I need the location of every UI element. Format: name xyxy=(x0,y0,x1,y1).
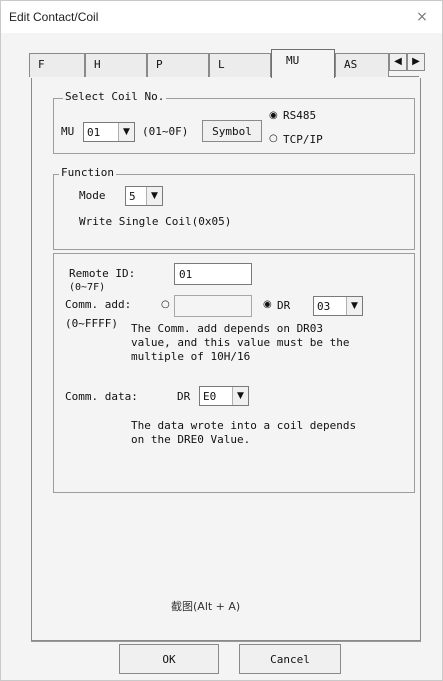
comm-data-dr-select[interactable]: E0 ▼ xyxy=(199,386,249,406)
mode-value: 5 xyxy=(129,190,136,203)
edit-contact-coil-dialog: Edit Contact/Coil × F H P L MU AS ◀ ▶ Se… xyxy=(0,0,443,681)
coil-number-select[interactable]: 01 ▼ xyxy=(83,122,135,142)
select-coil-legend: Select Coil No. xyxy=(63,90,167,103)
parameters-group xyxy=(53,253,415,493)
tab-strip: F H P L MU AS xyxy=(29,49,419,78)
comm-add-dr-value: 03 xyxy=(317,300,331,313)
window-title: Edit Contact/Coil xyxy=(9,10,99,24)
tab-h[interactable]: H xyxy=(85,53,147,77)
comm-add-dr-label: DR xyxy=(277,299,291,312)
mode-label: Mode xyxy=(79,189,106,202)
rs485-radio[interactable]: ◉ xyxy=(269,111,279,121)
tcpip-label: TCP/IP xyxy=(283,133,323,146)
scroll-right-icon[interactable]: ▶ xyxy=(407,53,425,71)
chevron-down-icon: ▼ xyxy=(346,297,362,315)
chevron-down-icon: ▼ xyxy=(118,123,134,141)
chevron-down-icon: ▼ xyxy=(146,187,162,205)
screenshot-hint: 截图(Alt + A) xyxy=(171,600,241,613)
scroll-left-icon[interactable]: ◀ xyxy=(389,53,407,71)
tab-l[interactable]: L xyxy=(209,53,271,77)
rs485-label: RS485 xyxy=(283,109,317,122)
function-group xyxy=(53,174,415,250)
coil-range-label: (01~0F) xyxy=(142,125,189,138)
comm-add-range: (0~FFFF) xyxy=(65,317,118,330)
comm-data-note-line-2: on the DRE0 Value. xyxy=(131,433,251,446)
function-description: Write Single Coil(0x05) xyxy=(79,215,232,228)
tab-as[interactable]: AS xyxy=(335,53,389,77)
comm-data-note-line-1: The data wrote into a coil depends xyxy=(131,419,357,432)
comm-add-note-line-1: The Comm. add depends on DR03 xyxy=(131,322,324,335)
comm-data-dr-label: DR xyxy=(177,390,191,403)
function-legend: Function xyxy=(59,166,116,179)
remote-id-label: Remote ID: xyxy=(69,267,136,280)
comm-add-input[interactable] xyxy=(174,295,252,317)
coil-prefix-label: MU xyxy=(61,125,75,138)
comm-add-note-line-3: multiple of 10H/16 xyxy=(131,350,251,363)
footer-divider xyxy=(31,641,421,642)
remote-id-input[interactable]: 01 xyxy=(174,263,252,285)
chevron-down-icon: ▼ xyxy=(232,387,248,405)
tcpip-radio[interactable]: ○ xyxy=(269,134,279,144)
tab-p[interactable]: P xyxy=(147,53,209,77)
comm-add-dr-radio[interactable]: ◉ xyxy=(263,300,273,310)
tab-mu[interactable]: MU xyxy=(271,49,335,78)
comm-add-dr-select[interactable]: 03 ▼ xyxy=(313,296,363,316)
comm-data-label: Comm. data: xyxy=(65,390,138,403)
remote-id-range: (0~7F) xyxy=(69,282,106,293)
mode-select[interactable]: 5 ▼ xyxy=(125,186,163,206)
close-icon[interactable]: × xyxy=(412,7,432,27)
cancel-button[interactable]: Cancel xyxy=(239,644,341,674)
symbol-button[interactable]: Symbol xyxy=(202,120,262,142)
coil-number-value: 01 xyxy=(87,126,101,139)
comm-data-dr-value: E0 xyxy=(203,390,217,403)
comm-add-direct-radio[interactable]: ○ xyxy=(161,300,171,310)
ok-button[interactable]: OK xyxy=(119,644,219,674)
title-bar: Edit Contact/Coil × xyxy=(1,1,442,33)
tab-f[interactable]: F xyxy=(29,53,85,77)
comm-add-label: Comm. add: xyxy=(65,298,132,311)
comm-add-note-line-2: value, and this value must be the xyxy=(131,336,350,349)
tab-scroll-buttons: ◀ ▶ xyxy=(389,53,425,71)
